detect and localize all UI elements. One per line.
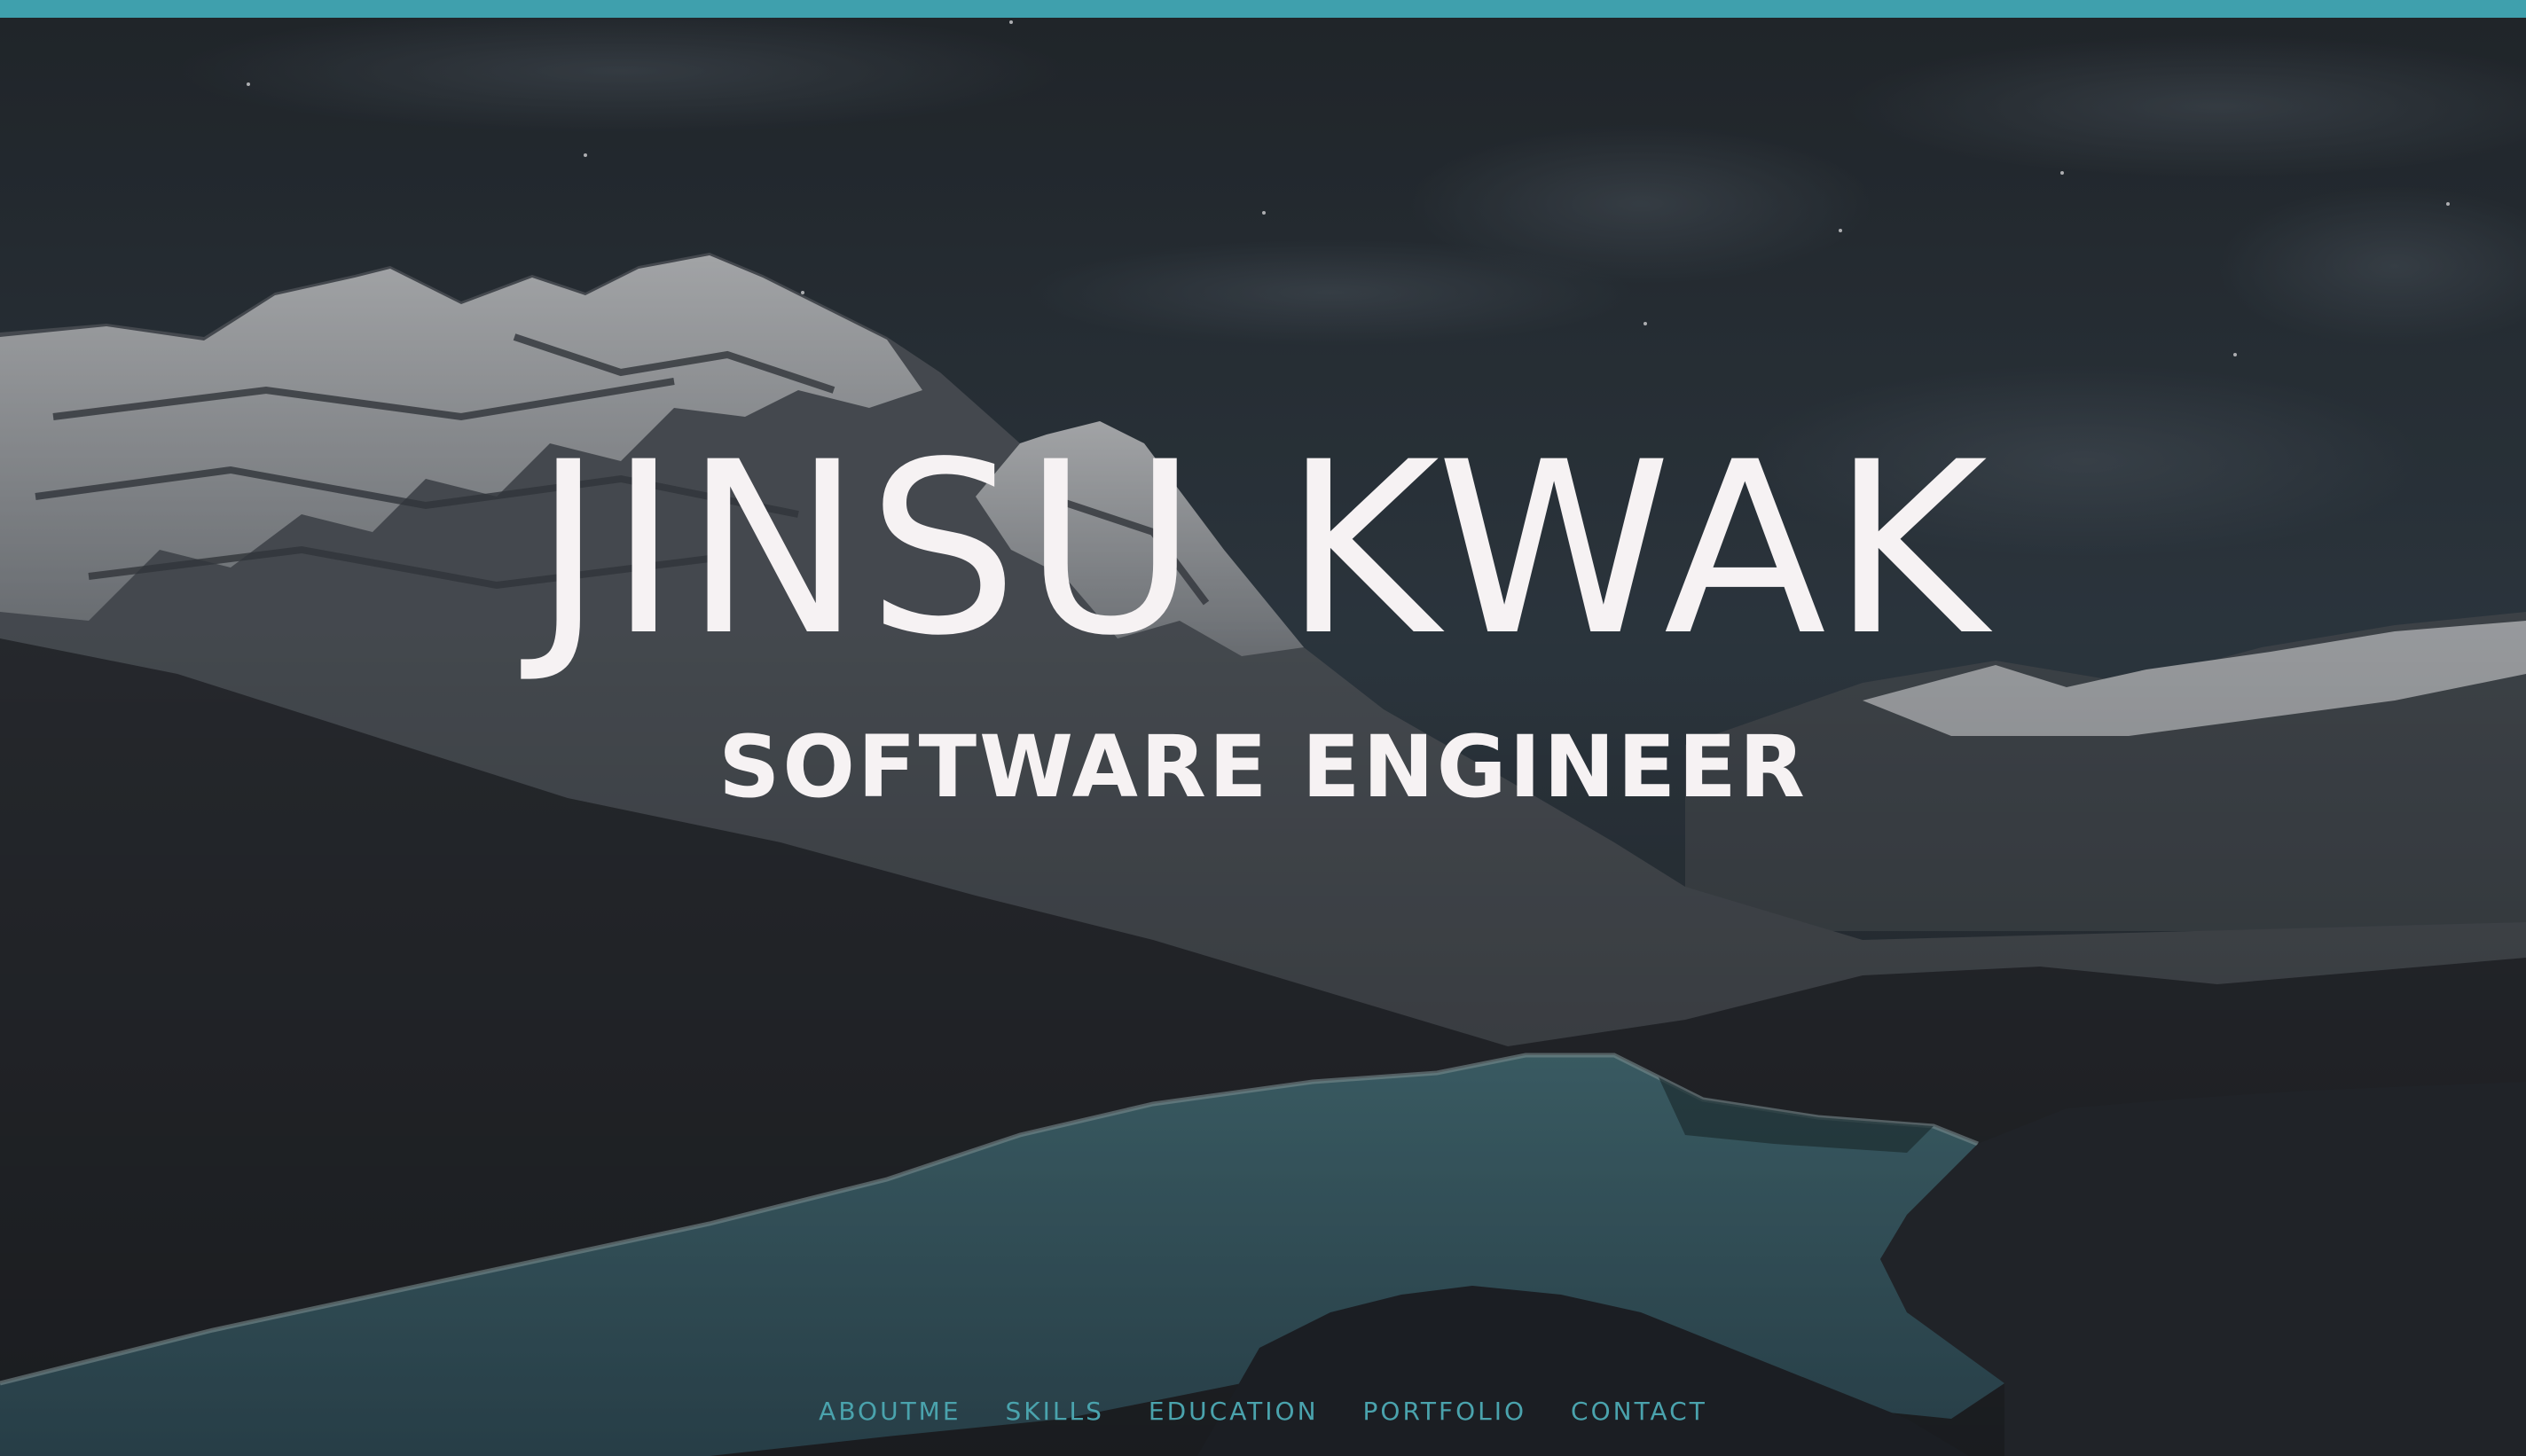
- bottom-navigation: ABOUTME SKILLS EDUCATION PORTFOLIO CONTA…: [0, 1390, 2526, 1431]
- nav-link-portfolio[interactable]: PORTFOLIO: [1363, 1397, 1527, 1426]
- nav-link-education[interactable]: EDUCATION: [1149, 1397, 1319, 1426]
- top-accent-bar: [0, 0, 2526, 18]
- nav-link-aboutme[interactable]: ABOUTME: [819, 1397, 961, 1426]
- hero-role-subtitle: SOFTWARE ENGINEER: [718, 717, 1808, 817]
- landing-page: JINSU KWAK SOFTWARE ENGINEER ABOUTME SKI…: [0, 0, 2526, 1456]
- nav-link-skills[interactable]: SKILLS: [1006, 1397, 1104, 1426]
- hero-name-title: JINSU KWAK: [533, 411, 1993, 688]
- nav-link-contact[interactable]: CONTACT: [1571, 1397, 1707, 1426]
